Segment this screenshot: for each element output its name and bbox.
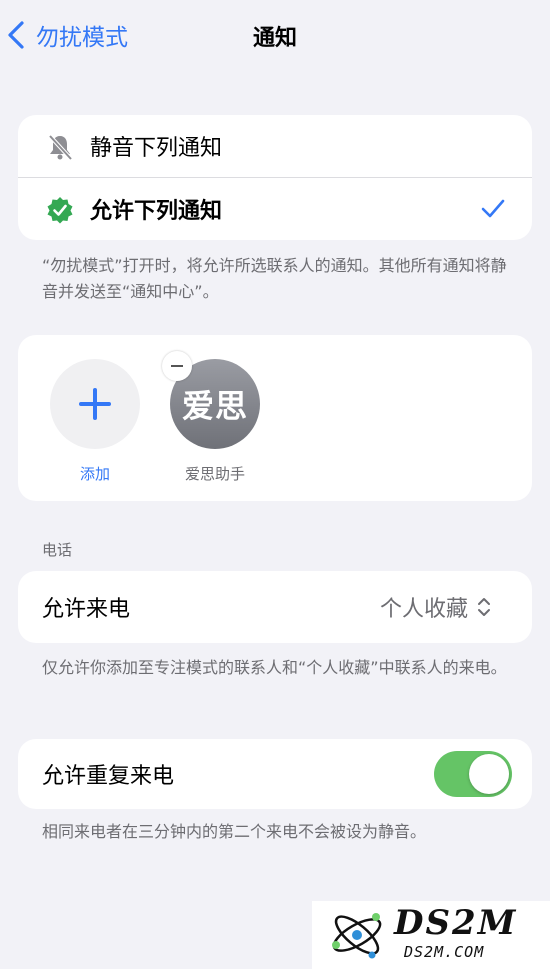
allow-calls-footer: 仅允许你添加至专注模式的联系人和“个人收藏”中联系人的来电。	[42, 658, 507, 677]
allow-option-label: 允许下列通知	[90, 199, 223, 224]
silence-option-row[interactable]: 静音下列通知	[18, 115, 532, 177]
allow-calls-label: 允许来电	[42, 597, 131, 622]
page-title: 通知	[252, 26, 297, 51]
repeat-calls-toggle[interactable]	[434, 751, 512, 797]
silence-option-label: 静音下列通知	[90, 136, 223, 161]
contact-item: 爱思 爱思助手	[162, 351, 260, 484]
navigation-bar: 勿扰模式 通知	[0, 0, 550, 70]
allow-calls-value: 个人收藏	[379, 597, 468, 622]
people-card: 添加 爱思 爱思助手	[18, 335, 532, 501]
toggle-knob	[469, 754, 509, 794]
repeat-calls-label: 允许重复来电	[42, 764, 175, 789]
allow-calls-row[interactable]: 允许来电 个人收藏	[18, 571, 532, 643]
add-person: 添加	[50, 359, 140, 484]
repeat-calls-card: 允许重复来电	[18, 739, 532, 809]
watermark: DS2M DS2M.COM	[312, 901, 550, 969]
allow-calls-selector[interactable]: 个人收藏	[380, 591, 492, 623]
repeat-calls-row: 允许重复来电	[18, 739, 532, 809]
watermark-url: DS2M.COM	[404, 943, 485, 961]
checkmark-icon	[481, 199, 505, 218]
notify-mode-footer: “勿扰模式”打开时，将允许所选联系人的通知。其他所有通知将静音并发送至“通知中心…	[42, 256, 507, 301]
watermark-text: DS2M	[394, 903, 518, 943]
bell-slash-icon	[48, 134, 73, 161]
contact-name: 爱思助手	[184, 465, 245, 483]
remove-contact-button[interactable]	[162, 351, 192, 381]
allow-option-row[interactable]: 允许下列通知	[18, 178, 532, 240]
atom-logo-icon	[332, 913, 382, 959]
verified-check-badge-icon	[47, 197, 73, 224]
plus-icon	[79, 388, 111, 420]
repeat-calls-footer: 相同来电者在三分钟内的第二个来电不会被设为静音。	[42, 822, 427, 841]
chevron-up-down-icon	[478, 598, 490, 616]
minus-icon	[171, 365, 183, 367]
add-person-label: 添加	[79, 465, 110, 483]
add-person-button[interactable]	[50, 359, 140, 449]
section-header-calls: 电话	[42, 541, 73, 559]
notify-mode-card: 静音下列通知 允许下列通知	[18, 115, 532, 240]
allow-calls-card: 允许来电 个人收藏	[18, 571, 532, 643]
